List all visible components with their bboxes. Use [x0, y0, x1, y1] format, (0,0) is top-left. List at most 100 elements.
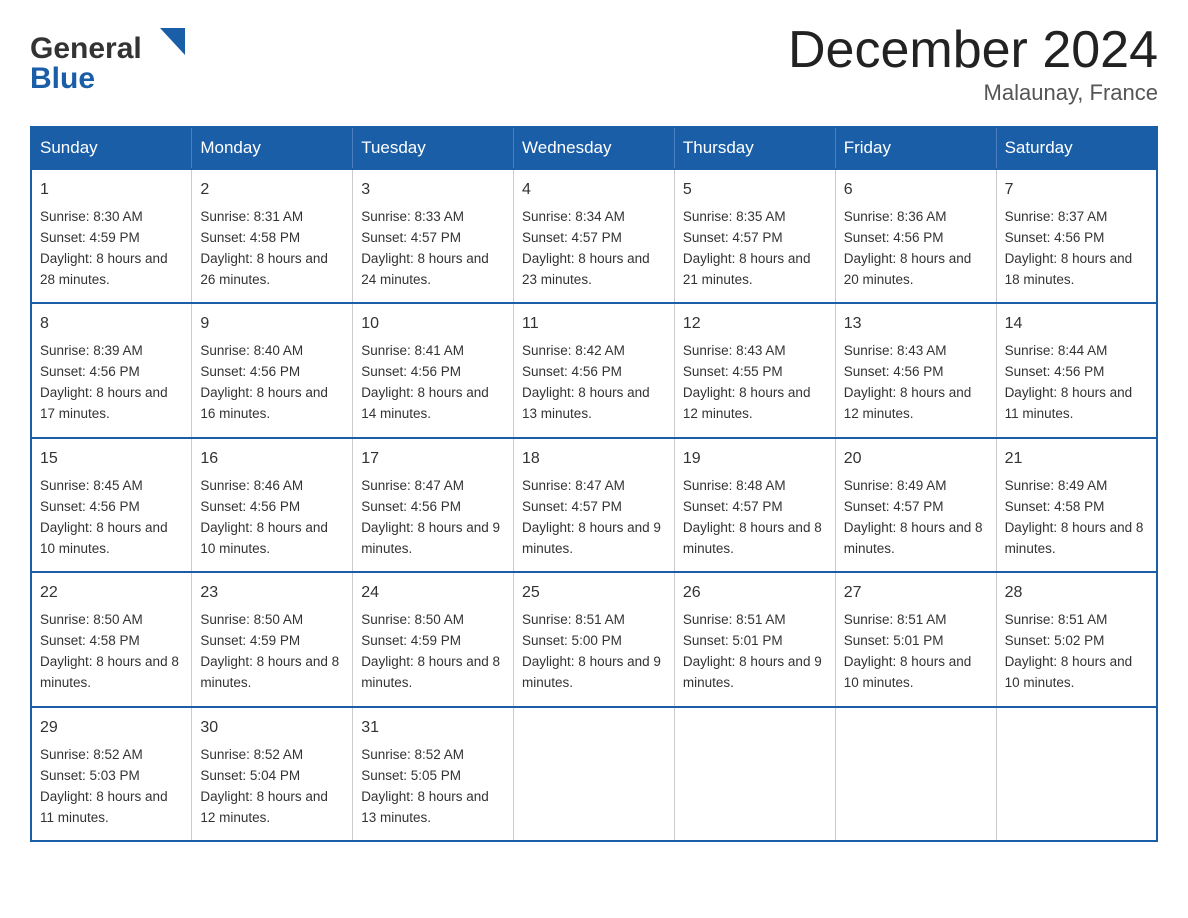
day-number: 6 [844, 178, 988, 203]
calendar-cell: 25Sunrise: 8:51 AMSunset: 5:00 PMDayligh… [514, 572, 675, 706]
calendar-cell [835, 707, 996, 841]
svg-text:General: General [30, 32, 142, 65]
day-number: 8 [40, 312, 183, 337]
calendar-cell: 28 Sunrise: 8:51 AMSunset: 5:02 PMDayligh… [996, 572, 1157, 706]
day-info: Sunrise: 8:41 AMSunset: 4:56 PMDaylight:… [361, 341, 505, 425]
calendar-cell [996, 707, 1157, 841]
calendar-cell: 12 Sunrise: 8:43 AMSunset: 4:55 PMDayligh… [674, 303, 835, 437]
calendar-cell: 7 Sunrise: 8:37 AMSunset: 4:56 PMDaylight… [996, 169, 1157, 303]
day-number: 3 [361, 178, 505, 203]
calendar-cell: 27 Sunrise: 8:51 AMSunset: 5:01 PMDayligh… [835, 572, 996, 706]
page-header: General Blue December 2024 Malaunay, Fra… [30, 20, 1158, 106]
day-info: Sunrise: 8:52 AMSunset: 5:05 PMDaylight:… [361, 745, 505, 829]
calendar-cell: 13Sunrise: 8:43 AMSunset: 4:56 PMDayligh… [835, 303, 996, 437]
day-header-wednesday: Wednesday [514, 127, 675, 169]
calendar-cell: 16 Sunrise: 8:46 AMSunset: 4:56 PMDayligh… [192, 438, 353, 572]
week-row-2: 8 Sunrise: 8:39 AMSunset: 4:56 PMDaylight… [31, 303, 1157, 437]
calendar-cell: 20 Sunrise: 8:49 AMSunset: 4:57 PMDayligh… [835, 438, 996, 572]
calendar-cell: 29Sunrise: 8:52 AMSunset: 5:03 PMDayligh… [31, 707, 192, 841]
calendar-cell: 14 Sunrise: 8:44 AMSunset: 4:56 PMDayligh… [996, 303, 1157, 437]
svg-text:Blue: Blue [30, 62, 95, 95]
day-info: Sunrise: 8:52 AMSunset: 5:04 PMDaylight:… [200, 745, 344, 829]
day-number: 27 [844, 581, 988, 606]
day-info: Sunrise: 8:51 AMSunset: 5:02 PMDaylight:… [1005, 610, 1148, 694]
calendar-cell: 8 Sunrise: 8:39 AMSunset: 4:56 PMDaylight… [31, 303, 192, 437]
calendar-cell [674, 707, 835, 841]
day-info: Sunrise: 8:48 AMSunset: 4:57 PMDaylight:… [683, 476, 827, 560]
calendar-cell: 22Sunrise: 8:50 AMSunset: 4:58 PMDayligh… [31, 572, 192, 706]
calendar-cell: 10Sunrise: 8:41 AMSunset: 4:56 PMDayligh… [353, 303, 514, 437]
location-title: Malaunay, France [788, 80, 1158, 106]
calendar-cell: 11 Sunrise: 8:42 AMSunset: 4:56 PMDayligh… [514, 303, 675, 437]
calendar-cell: 1Sunrise: 8:30 AMSunset: 4:59 PMDaylight… [31, 169, 192, 303]
calendar-cell: 6 Sunrise: 8:36 AMSunset: 4:56 PMDaylight… [835, 169, 996, 303]
day-info: Sunrise: 8:50 AMSunset: 4:58 PMDaylight:… [40, 610, 183, 694]
calendar-table: SundayMondayTuesdayWednesdayThursdayFrid… [30, 126, 1158, 842]
day-info: Sunrise: 8:49 AMSunset: 4:58 PMDaylight:… [1005, 476, 1148, 560]
calendar-cell: 23 Sunrise: 8:50 AMSunset: 4:59 PMDayligh… [192, 572, 353, 706]
day-info: Sunrise: 8:30 AMSunset: 4:59 PMDaylight:… [40, 207, 183, 291]
day-number: 4 [522, 178, 666, 203]
day-header-saturday: Saturday [996, 127, 1157, 169]
calendar-cell: 17Sunrise: 8:47 AMSunset: 4:56 PMDayligh… [353, 438, 514, 572]
day-info: Sunrise: 8:34 AMSunset: 4:57 PMDaylight:… [522, 207, 666, 291]
day-number: 26 [683, 581, 827, 606]
day-number: 14 [1005, 312, 1148, 337]
calendar-cell: 31Sunrise: 8:52 AMSunset: 5:05 PMDayligh… [353, 707, 514, 841]
calendar-cell: 2Sunrise: 8:31 AMSunset: 4:58 PMDaylight… [192, 169, 353, 303]
calendar-cell: 30 Sunrise: 8:52 AMSunset: 5:04 PMDayligh… [192, 707, 353, 841]
days-of-week-row: SundayMondayTuesdayWednesdayThursdayFrid… [31, 127, 1157, 169]
day-info: Sunrise: 8:31 AMSunset: 4:58 PMDaylight:… [200, 207, 344, 291]
calendar-cell: 19 Sunrise: 8:48 AMSunset: 4:57 PMDayligh… [674, 438, 835, 572]
day-number: 7 [1005, 178, 1148, 203]
day-number: 28 [1005, 581, 1148, 606]
day-info: Sunrise: 8:52 AMSunset: 5:03 PMDaylight:… [40, 745, 183, 829]
day-info: Sunrise: 8:36 AMSunset: 4:56 PMDaylight:… [844, 207, 988, 291]
calendar-cell: 26Sunrise: 8:51 AMSunset: 5:01 PMDayligh… [674, 572, 835, 706]
calendar-cell: 21 Sunrise: 8:49 AMSunset: 4:58 PMDayligh… [996, 438, 1157, 572]
day-number: 25 [522, 581, 666, 606]
calendar-cell: 4 Sunrise: 8:34 AMSunset: 4:57 PMDaylight… [514, 169, 675, 303]
day-info: Sunrise: 8:45 AMSunset: 4:56 PMDaylight:… [40, 476, 183, 560]
day-number: 20 [844, 447, 988, 472]
logo: General Blue [30, 20, 185, 95]
day-info: Sunrise: 8:44 AMSunset: 4:56 PMDaylight:… [1005, 341, 1148, 425]
week-row-1: 1Sunrise: 8:30 AMSunset: 4:59 PMDaylight… [31, 169, 1157, 303]
calendar-cell: 15 Sunrise: 8:45 AMSunset: 4:56 PMDayligh… [31, 438, 192, 572]
day-number: 23 [200, 581, 344, 606]
calendar-cell: 9 Sunrise: 8:40 AMSunset: 4:56 PMDaylight… [192, 303, 353, 437]
day-number: 21 [1005, 447, 1148, 472]
day-info: Sunrise: 8:47 AMSunset: 4:57 PMDaylight:… [522, 476, 666, 560]
calendar-cell [514, 707, 675, 841]
day-info: Sunrise: 8:50 AMSunset: 4:59 PMDaylight:… [361, 610, 505, 694]
day-number: 19 [683, 447, 827, 472]
day-number: 9 [200, 312, 344, 337]
week-row-5: 29Sunrise: 8:52 AMSunset: 5:03 PMDayligh… [31, 707, 1157, 841]
day-info: Sunrise: 8:40 AMSunset: 4:56 PMDaylight:… [200, 341, 344, 425]
calendar-cell: 3 Sunrise: 8:33 AMSunset: 4:57 PMDaylight… [353, 169, 514, 303]
day-number: 15 [40, 447, 183, 472]
day-info: Sunrise: 8:49 AMSunset: 4:57 PMDaylight:… [844, 476, 988, 560]
day-number: 13 [844, 312, 988, 337]
day-info: Sunrise: 8:47 AMSunset: 4:56 PMDaylight:… [361, 476, 505, 560]
day-number: 18 [522, 447, 666, 472]
day-info: Sunrise: 8:51 AMSunset: 5:01 PMDaylight:… [844, 610, 988, 694]
day-info: Sunrise: 8:39 AMSunset: 4:56 PMDaylight:… [40, 341, 183, 425]
day-info: Sunrise: 8:37 AMSunset: 4:56 PMDaylight:… [1005, 207, 1148, 291]
day-number: 30 [200, 716, 344, 741]
day-info: Sunrise: 8:43 AMSunset: 4:55 PMDaylight:… [683, 341, 827, 425]
day-info: Sunrise: 8:50 AMSunset: 4:59 PMDaylight:… [200, 610, 344, 694]
day-number: 12 [683, 312, 827, 337]
week-row-3: 15 Sunrise: 8:45 AMSunset: 4:56 PMDayligh… [31, 438, 1157, 572]
day-info: Sunrise: 8:33 AMSunset: 4:57 PMDaylight:… [361, 207, 505, 291]
day-number: 16 [200, 447, 344, 472]
day-header-monday: Monday [192, 127, 353, 169]
calendar-cell: 24 Sunrise: 8:50 AMSunset: 4:59 PMDayligh… [353, 572, 514, 706]
day-info: Sunrise: 8:42 AMSunset: 4:56 PMDaylight:… [522, 341, 666, 425]
logo-svg: General Blue [30, 20, 185, 95]
day-info: Sunrise: 8:46 AMSunset: 4:56 PMDaylight:… [200, 476, 344, 560]
month-title: December 2024 [788, 20, 1158, 80]
day-number: 24 [361, 581, 505, 606]
day-number: 11 [522, 312, 666, 337]
week-row-4: 22Sunrise: 8:50 AMSunset: 4:58 PMDayligh… [31, 572, 1157, 706]
